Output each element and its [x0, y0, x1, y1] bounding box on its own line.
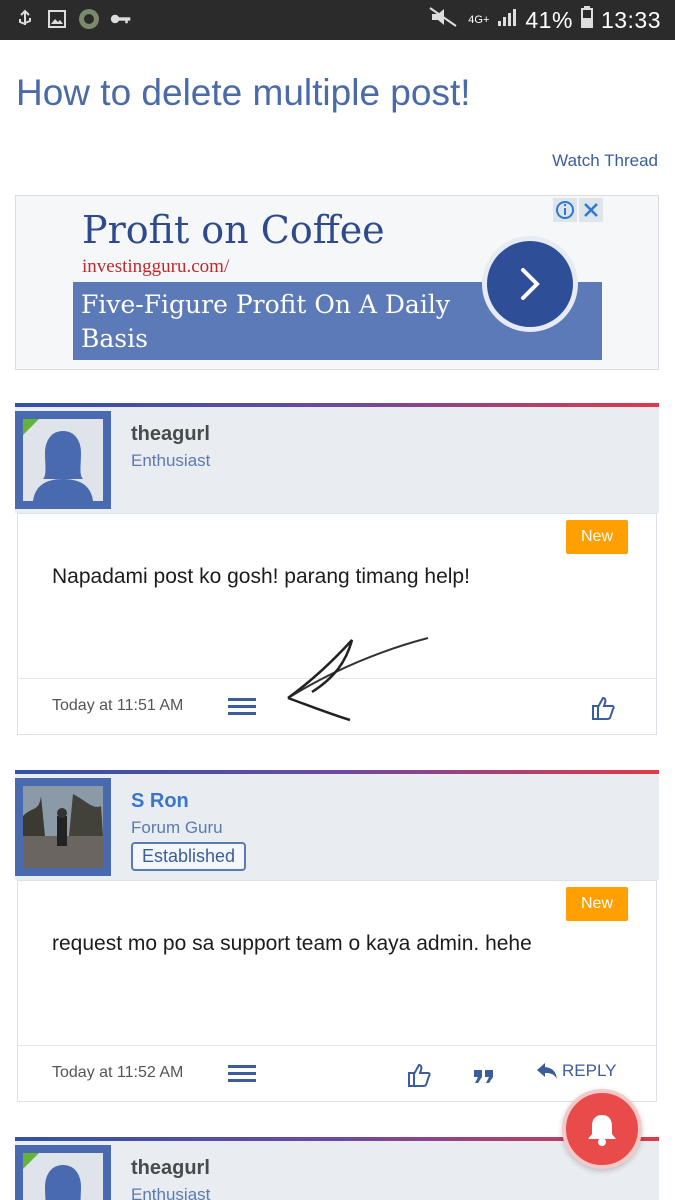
page-title: How to delete multiple post!	[16, 72, 471, 113]
mute-icon	[428, 6, 460, 34]
watch-thread-link[interactable]: Watch Thread	[552, 151, 658, 171]
reply-label: REPLY	[562, 1061, 617, 1080]
post-body: New request mo po sa support team o kaya…	[17, 880, 657, 1102]
new-badge: New	[566, 887, 628, 921]
reply-arrow-icon	[537, 1063, 557, 1079]
bell-icon	[588, 1115, 616, 1146]
post-footer: Today at 11:52 AM REPLY	[18, 1045, 656, 1103]
online-indicator	[23, 419, 39, 435]
post-message: Napadami post ko gosh! parang timang hel…	[52, 565, 470, 588]
ad-description: Five-Figure Profit On A Daily Basis	[81, 290, 450, 353]
arrow-annotation-icon	[287, 637, 429, 722]
status-bar: 4G+ 41% 13:33	[0, 0, 675, 40]
menu-icon[interactable]	[228, 1064, 256, 1084]
user-photo-avatar	[23, 786, 103, 868]
avatar[interactable]	[23, 786, 103, 868]
post-username[interactable]: S Ron	[131, 790, 189, 813]
post-user-title: Enthusiast	[131, 451, 211, 470]
network-icon: 4G+	[468, 13, 490, 26]
like-icon[interactable]	[590, 695, 616, 721]
battery-icon	[580, 6, 593, 34]
clock: 13:33	[600, 6, 661, 33]
ad-info-icon[interactable]	[553, 198, 577, 222]
ad-domain[interactable]: investingguru.com/	[82, 256, 229, 278]
post: theagurl Enthusiast	[15, 1137, 659, 1200]
ad-close-icon[interactable]	[579, 198, 603, 222]
chevron-right-icon	[521, 268, 540, 300]
post-username[interactable]: theagurl	[131, 1157, 210, 1180]
post-username[interactable]: theagurl	[131, 423, 210, 446]
avatar-frame[interactable]	[15, 1145, 111, 1200]
ad-open-button[interactable]	[482, 236, 578, 332]
post-date[interactable]: Today at 11:51 AM	[52, 697, 183, 715]
battery-percent: 41%	[525, 6, 573, 33]
menu-icon[interactable]	[228, 697, 256, 717]
new-badge: New	[566, 520, 628, 554]
post-header: theagurl Enthusiast	[15, 407, 659, 513]
gallery-icon	[46, 8, 68, 30]
post-header: S Ron Forum Guru Established	[15, 774, 659, 880]
quote-icon[interactable]	[472, 1064, 496, 1088]
reply-button[interactable]: REPLY	[536, 1061, 617, 1081]
notification-button[interactable]	[562, 1089, 642, 1169]
avatar-frame[interactable]	[15, 411, 111, 509]
post-header: theagurl Enthusiast	[15, 1141, 659, 1200]
post: S Ron Forum Guru Established New request…	[15, 770, 659, 1104]
app-icon	[78, 8, 100, 30]
user-badge: Established	[131, 842, 247, 871]
key-icon	[110, 8, 132, 30]
post-user-title: Forum Guru	[131, 818, 223, 837]
avatar-frame[interactable]	[15, 778, 111, 876]
usb-icon	[14, 8, 36, 30]
like-icon[interactable]	[406, 1062, 432, 1088]
signal-icon	[497, 7, 517, 33]
post-user-title: Enthusiast	[131, 1185, 211, 1200]
advertisement[interactable]: Profit on Coffee investingguru.com/ Five…	[15, 195, 659, 370]
ad-headline[interactable]: Profit on Coffee	[82, 208, 385, 252]
post-date[interactable]: Today at 11:52 AM	[52, 1064, 183, 1082]
online-indicator	[23, 1153, 39, 1169]
post-message: request mo po sa support team o kaya adm…	[52, 932, 532, 955]
